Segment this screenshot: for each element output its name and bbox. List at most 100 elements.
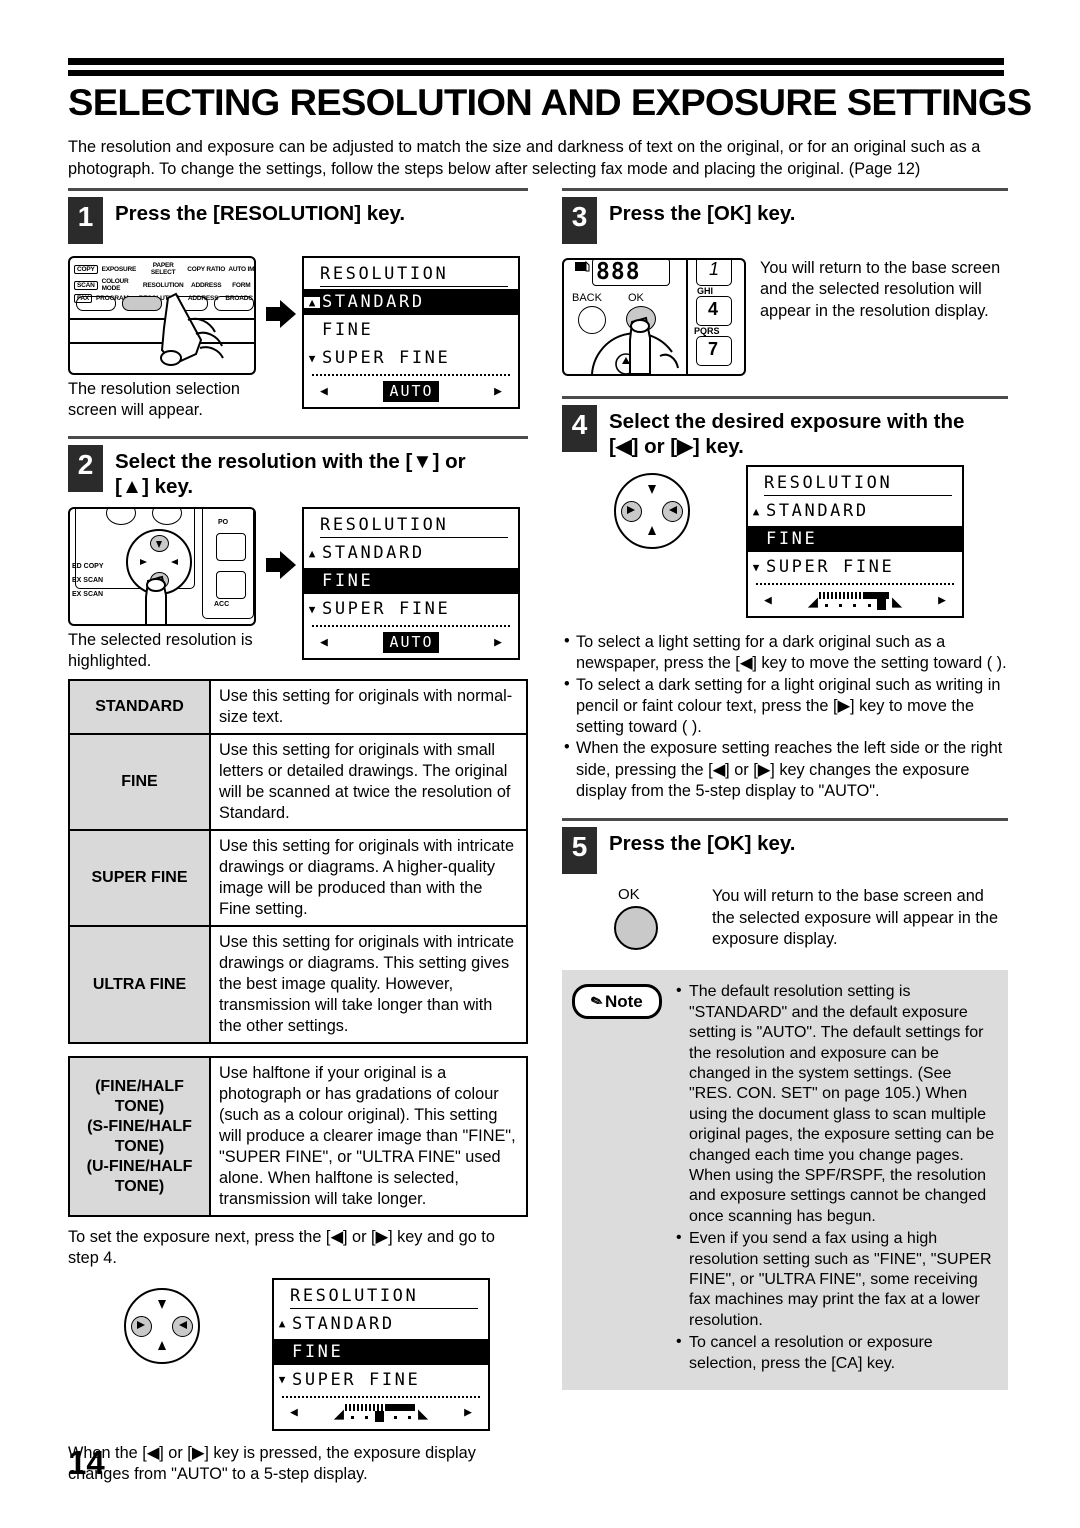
step-2-heading-line1: Select the resolution with the [▼] or — [115, 450, 466, 473]
ok-key[interactable] — [614, 906, 658, 951]
intro-paragraph: The resolution and exposure can be adjus… — [68, 138, 981, 178]
header-rules — [68, 58, 1004, 76]
lcd-item-label: STANDARD — [322, 543, 425, 563]
step-1-control-panel-illustration: COPY EXPOSURE PAPER SELECT COPY RATIO AU… — [68, 256, 256, 375]
step-5-body: You will return to the base screen and t… — [712, 887, 999, 948]
ok-key-label: OK — [618, 886, 640, 904]
header-rule-top — [68, 58, 1004, 65]
list-item: The default resolution setting is "STAND… — [676, 981, 998, 1227]
scroll-up-caret-icon: ▲ — [278, 1317, 286, 1331]
lcd-item-fine[interactable]: FINE — [304, 568, 518, 594]
table-row: ULTRA FINE Use this setting for original… — [68, 925, 528, 1044]
exposure-light-icon: ◢ — [333, 1404, 344, 1425]
lcd-left-arrow-icon[interactable]: ◀ — [320, 636, 328, 649]
step-4-number: 4 — [562, 405, 597, 452]
step-2-heading: Select the resolution with the [▼] or [▲… — [115, 445, 466, 499]
lcd-item-super-fine[interactable]: ▼ SUPER FINE — [304, 345, 518, 371]
lcd-item-label: STANDARD — [766, 501, 869, 521]
lcd-title: RESOLUTION — [764, 473, 952, 496]
halftone-name-line: (FINE/HALF — [95, 1077, 184, 1095]
step-5-heading: Press the [OK] key. — [609, 832, 796, 856]
lcd-item-label: FINE — [766, 529, 818, 549]
arrow-key-pad[interactable] — [614, 473, 690, 549]
left-column: 1 Press the [RESOLUTION] key. COPY EXPOS… — [68, 188, 528, 1485]
pencil-icon: ✎ — [588, 991, 606, 1011]
step-4-separator — [562, 396, 1008, 399]
step-5-separator — [562, 818, 1008, 822]
table-row: FINE Use this setting for originals with… — [68, 733, 528, 831]
list-item: To cancel a resolution or exposure selec… — [676, 1332, 998, 1374]
lcd-title: RESOLUTION — [320, 264, 508, 287]
pointing-finger-icon — [145, 575, 167, 624]
exposure-bullet-list: To select a light setting for a dark ori… — [562, 631, 1008, 802]
lcd-item-super-fine[interactable]: ▼ SUPER FINE — [304, 596, 518, 622]
lcd-item-fine[interactable]: FINE — [304, 317, 518, 343]
step-4-heading-line2: [◀] or [▶] key. — [609, 435, 744, 458]
lcd-right-arrow-icon[interactable]: ▶ — [938, 594, 946, 607]
step-1-separator — [68, 188, 528, 191]
list-item: When the exposure setting reaches the le… — [562, 737, 1008, 802]
table-row: STANDARD Use this setting for originals … — [68, 679, 528, 735]
exposure-next-paragraph: To set the exposure next, press the [◀] … — [68, 1228, 495, 1268]
pointing-finger-icon — [160, 292, 224, 366]
lcd-right-arrow-icon[interactable]: ▶ — [494, 636, 502, 649]
step-2-control-panel-illustration: PO ACC ED COPY EX SCAN EX SCAN — [68, 507, 256, 626]
note-label-pill: ✎ Note — [572, 984, 662, 1020]
lcd-item-standard[interactable]: ▲ STANDARD — [304, 289, 518, 315]
lcd-left-arrow-icon[interactable]: ◀ — [320, 385, 328, 398]
halftone-name-line: TONE) — [114, 1137, 165, 1155]
step-3-heading: Press the [OK] key. — [609, 202, 796, 225]
exposure-display-paragraph: When the [◀] or [▶] key is pressed, the … — [68, 1443, 476, 1483]
lcd-item-label: SUPER FINE — [766, 557, 895, 577]
step-4-heading: Select the desired exposure with the [◀]… — [609, 405, 964, 459]
list-item: To select a dark setting for a light ori… — [562, 674, 1008, 739]
lcd-item-standard[interactable]: ▲ STANDARD — [748, 498, 962, 524]
lcd-item-standard[interactable]: ▲ STANDARD — [304, 540, 518, 566]
table-cell-name: (FINE/HALF TONE) (S-FINE/HALF TONE) (U-F… — [68, 1056, 211, 1217]
table-cell-name: SUPER FINE — [68, 829, 211, 927]
table-cell-desc: Use this setting for originals with intr… — [209, 829, 528, 927]
manual-page: SELECTING RESOLUTION AND EXPOSURE SETTIN… — [0, 0, 1080, 1528]
table-cell-desc: Use this setting for originals with smal… — [209, 733, 528, 831]
lcd-item-label: SUPER FINE — [292, 1369, 421, 1390]
step-1-caption: The resolution selection screen will app… — [68, 380, 240, 419]
lcd-right-arrow-icon[interactable]: ▶ — [494, 385, 502, 398]
arrow-key-pad[interactable] — [124, 1287, 200, 1364]
lcd-auto-badge: AUTO — [383, 631, 439, 653]
step-5: 5 Press the [OK] key. OK You will return… — [562, 818, 1008, 960]
lcd-item-label: FINE — [292, 1341, 344, 1362]
lcd-screen-step4: RESOLUTION ▲ STANDARD FINE ▼ SUPER FINE — [746, 465, 964, 618]
lcd-left-arrow-icon[interactable]: ◀ — [290, 1406, 298, 1419]
header-rule-bottom — [68, 70, 1004, 76]
note-list: The default resolution setting is "STAND… — [662, 981, 998, 1376]
resolution-settings-table: STANDARD Use this setting for originals … — [68, 679, 528, 1044]
lcd-right-arrow-icon[interactable]: ▶ — [464, 1406, 472, 1419]
lcd-item-fine[interactable]: FINE — [274, 1338, 488, 1365]
lcd-item-standard[interactable]: ▲ STANDARD — [274, 1311, 488, 1337]
exposure-dark-icon: ◣ — [418, 1404, 429, 1425]
lcd-screen-bottom: RESOLUTION ▲ STANDARD FINE ▼ SUPER FINE … — [272, 1277, 490, 1431]
note-box: ✎ Note The default resolution setting is… — [562, 970, 1008, 1391]
step-3-number: 3 — [562, 197, 597, 244]
pointing-finger-icon — [629, 316, 679, 374]
lcd-item-fine[interactable]: FINE — [748, 526, 962, 552]
scroll-up-caret-icon: ▲ — [308, 546, 316, 560]
table-row: (FINE/HALF TONE) (S-FINE/HALF TONE) (U-F… — [68, 1056, 528, 1217]
scroll-down-caret-icon: ▼ — [278, 1373, 286, 1387]
note-badge: ✎ Note — [572, 982, 662, 1376]
step-3-control-panel-illustration: 888 1 GHI 4 PQRS 7 BACK OK — [562, 258, 746, 376]
list-item: To select a light setting for a dark ori… — [562, 631, 1008, 675]
halftone-settings-table: (FINE/HALF TONE) (S-FINE/HALF TONE) (U-F… — [68, 1056, 528, 1217]
table-cell-desc: Use this setting for originals with norm… — [209, 679, 528, 735]
table-cell-desc: Use halftone if your original is a photo… — [209, 1056, 528, 1217]
exposure-light-icon: ◢ — [807, 591, 818, 612]
lcd-item-label: STANDARD — [322, 292, 425, 312]
lcd-title: RESOLUTION — [290, 1286, 478, 1309]
lcd-item-super-fine[interactable]: ▼ SUPER FINE — [274, 1367, 488, 1393]
table-cell-desc: Use this setting for originals with intr… — [209, 925, 528, 1044]
step-2: 2 Select the resolution with the [▼] or … — [68, 436, 528, 671]
lcd-left-arrow-icon[interactable]: ◀ — [764, 594, 772, 607]
halftone-name-line: TONE) — [114, 1177, 165, 1195]
step-3: 3 Press the [OK] key. 888 1 GHI 4 PQRS 7… — [562, 188, 1008, 376]
lcd-item-super-fine[interactable]: ▼ SUPER FINE — [748, 554, 962, 580]
